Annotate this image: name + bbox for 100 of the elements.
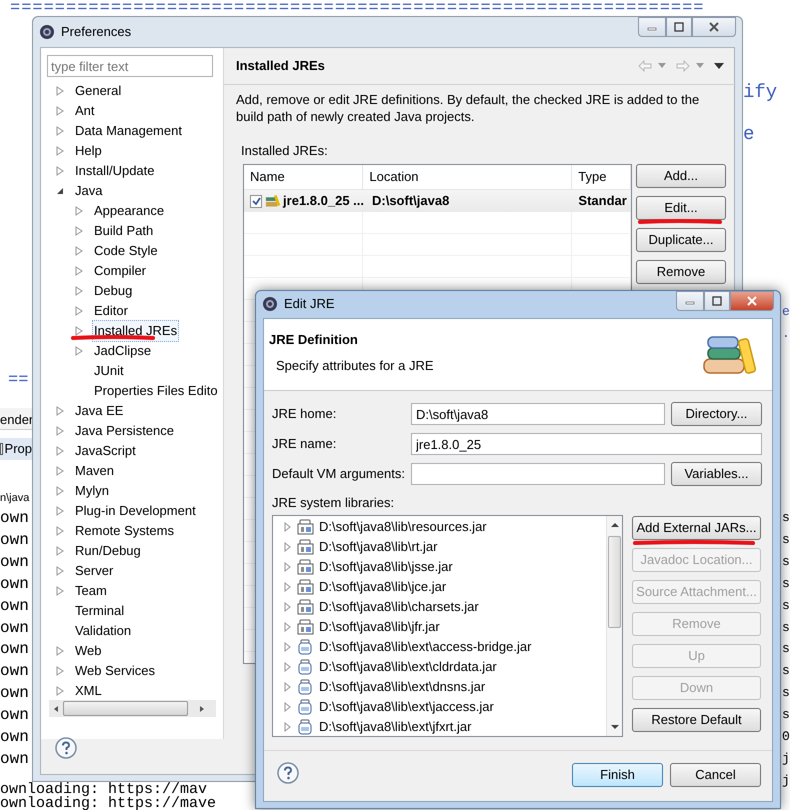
forward-arrow-icon xyxy=(676,60,690,72)
section-label: JRE system libraries: xyxy=(272,494,396,512)
tree-item[interactable]: Web xyxy=(73,640,104,662)
tree-item[interactable]: Appearance xyxy=(92,200,166,222)
jar-icon xyxy=(297,639,314,655)
jar-icon xyxy=(297,579,314,595)
console-text: s xyxy=(782,685,790,702)
input-field[interactable]: D:\soft\java8 xyxy=(411,403,665,425)
tree-item[interactable]: Java xyxy=(73,180,104,202)
finish-button[interactable]: Finish xyxy=(572,763,663,787)
button[interactable]: Restore Default xyxy=(632,708,761,732)
view-tab[interactable]: Prop xyxy=(0,438,32,460)
tree-item[interactable]: Build Path xyxy=(92,220,156,242)
library-item[interactable]: D:\soft\java8\lib\ext\dnsns.jar xyxy=(319,677,486,697)
button[interactable]: Directory... xyxy=(671,402,762,426)
close-button[interactable] xyxy=(692,17,736,37)
close-icon xyxy=(746,296,758,306)
scrollbar-thumb[interactable] xyxy=(62,701,188,716)
down-arrow-icon xyxy=(611,724,619,730)
console-text: s xyxy=(782,620,790,636)
library-item[interactable]: D:\soft\java8\lib\charsets.jar xyxy=(319,597,479,617)
console-line: own xyxy=(0,727,29,747)
scrollbar-thumb[interactable] xyxy=(608,536,621,628)
column-header[interactable]: Type xyxy=(572,165,631,189)
library-item[interactable]: D:\soft\java8\lib\ext\access-bridge.jar xyxy=(319,637,532,657)
tree-item[interactable]: Validation xyxy=(73,620,134,642)
console-text: s xyxy=(782,510,790,526)
tree-item[interactable]: Code Style xyxy=(92,240,160,262)
library-item[interactable]: D:\soft\java8\lib\rt.jar xyxy=(319,537,438,557)
jar-icon xyxy=(297,519,314,535)
button[interactable]: Duplicate... xyxy=(636,228,726,252)
tree-item[interactable]: JavaScript xyxy=(73,440,138,462)
console-text: s xyxy=(782,707,790,724)
button[interactable]: Edit... xyxy=(636,196,726,220)
view-tab[interactable]: ender xyxy=(0,410,34,430)
button[interactable]: Remove xyxy=(636,260,726,284)
console-line: own xyxy=(0,639,29,660)
maximize-button[interactable] xyxy=(666,17,692,37)
window-title: Edit JRE xyxy=(284,295,335,314)
tree-item[interactable]: Server xyxy=(73,560,116,582)
maximize-button[interactable] xyxy=(704,291,730,311)
library-item[interactable]: D:\soft\java8\lib\jsse.jar xyxy=(319,557,453,577)
tree-item[interactable]: Run/Debug xyxy=(73,540,143,562)
editor-text: . xyxy=(782,326,790,342)
field-label: JRE name: xyxy=(272,435,338,454)
library-item[interactable]: D:\soft\java8\lib\resources.jar xyxy=(319,517,487,537)
tree-item[interactable]: Plug-in Development xyxy=(73,500,198,522)
tree-item[interactable]: Properties Files Edito xyxy=(92,380,220,402)
books-icon xyxy=(265,194,280,208)
tree-item[interactable]: Install/Update xyxy=(73,160,156,182)
library-item[interactable]: D:\soft\java8\lib\ext\jaccess.jar xyxy=(319,697,494,717)
input-field[interactable] xyxy=(411,463,665,485)
console-line: own xyxy=(0,552,29,572)
button[interactable]: Add External JARs... xyxy=(632,516,761,540)
input-field[interactable]: jre1.8.0_25 xyxy=(411,433,762,455)
library-item[interactable]: D:\soft\java8\lib\ext\jfxrt.jar xyxy=(319,717,472,736)
tree-item[interactable]: Editor xyxy=(92,300,130,322)
tree-item[interactable]: Java EE xyxy=(73,400,126,422)
tree-item[interactable]: Terminal xyxy=(73,600,126,622)
console-text: 0 xyxy=(782,729,790,745)
console-line: own xyxy=(0,574,29,594)
vertical-scrollbar[interactable] xyxy=(606,516,622,736)
library-item[interactable]: D:\soft\java8\lib\jfr.jar xyxy=(319,617,440,637)
console-line: ownloading: https://mav xyxy=(0,783,208,797)
tree-item[interactable]: Web Services xyxy=(73,660,157,682)
filter-field[interactable]: type filter text xyxy=(47,55,213,77)
tree-item[interactable]: JadClipse xyxy=(92,340,154,362)
console-text: j xyxy=(782,750,790,767)
tree-item[interactable]: XML xyxy=(73,680,104,702)
tree-item[interactable]: Team xyxy=(73,580,109,602)
table-cell[interactable]: jre1.8.0_25 ... xyxy=(244,190,364,212)
column-header[interactable]: Name xyxy=(244,165,364,189)
tree-item[interactable]: Debug xyxy=(92,280,134,302)
library-item[interactable]: D:\soft\java8\lib\jce.jar xyxy=(319,577,446,597)
tree-item[interactable]: Help xyxy=(73,140,104,162)
section-label: Installed JREs: xyxy=(241,142,329,160)
tree-item[interactable]: Compiler xyxy=(92,260,148,282)
jar-icon xyxy=(297,699,314,715)
help-icon xyxy=(277,762,299,784)
button[interactable]: Add... xyxy=(636,164,726,188)
tree-item[interactable]: General xyxy=(73,80,124,102)
dialog-subtitle: Specify attributes for a JRE xyxy=(276,357,434,375)
checkbox[interactable] xyxy=(250,194,262,208)
app-icon xyxy=(262,296,278,312)
column-header[interactable]: Location xyxy=(363,165,572,189)
library-item[interactable]: D:\soft\java8\lib\ext\cldrdata.jar xyxy=(319,657,497,677)
tree-item[interactable]: Java Persistence xyxy=(73,420,176,442)
console-line: own xyxy=(0,661,29,682)
right-arrow-icon xyxy=(198,704,206,712)
view-icon xyxy=(0,443,3,455)
tree-item[interactable]: Remote Systems xyxy=(73,520,176,542)
tree-item[interactable]: Mylyn xyxy=(73,480,111,502)
tree-item[interactable]: Maven xyxy=(73,460,116,482)
tree-item[interactable]: Ant xyxy=(73,100,97,122)
tree-item[interactable]: Data Management xyxy=(73,120,184,142)
horizontal-scrollbar[interactable] xyxy=(49,700,216,717)
button[interactable]: Variables... xyxy=(671,462,762,486)
close-button[interactable] xyxy=(730,291,774,311)
tree-item[interactable]: JUnit xyxy=(92,360,126,382)
cancel-button[interactable]: Cancel xyxy=(670,763,761,787)
